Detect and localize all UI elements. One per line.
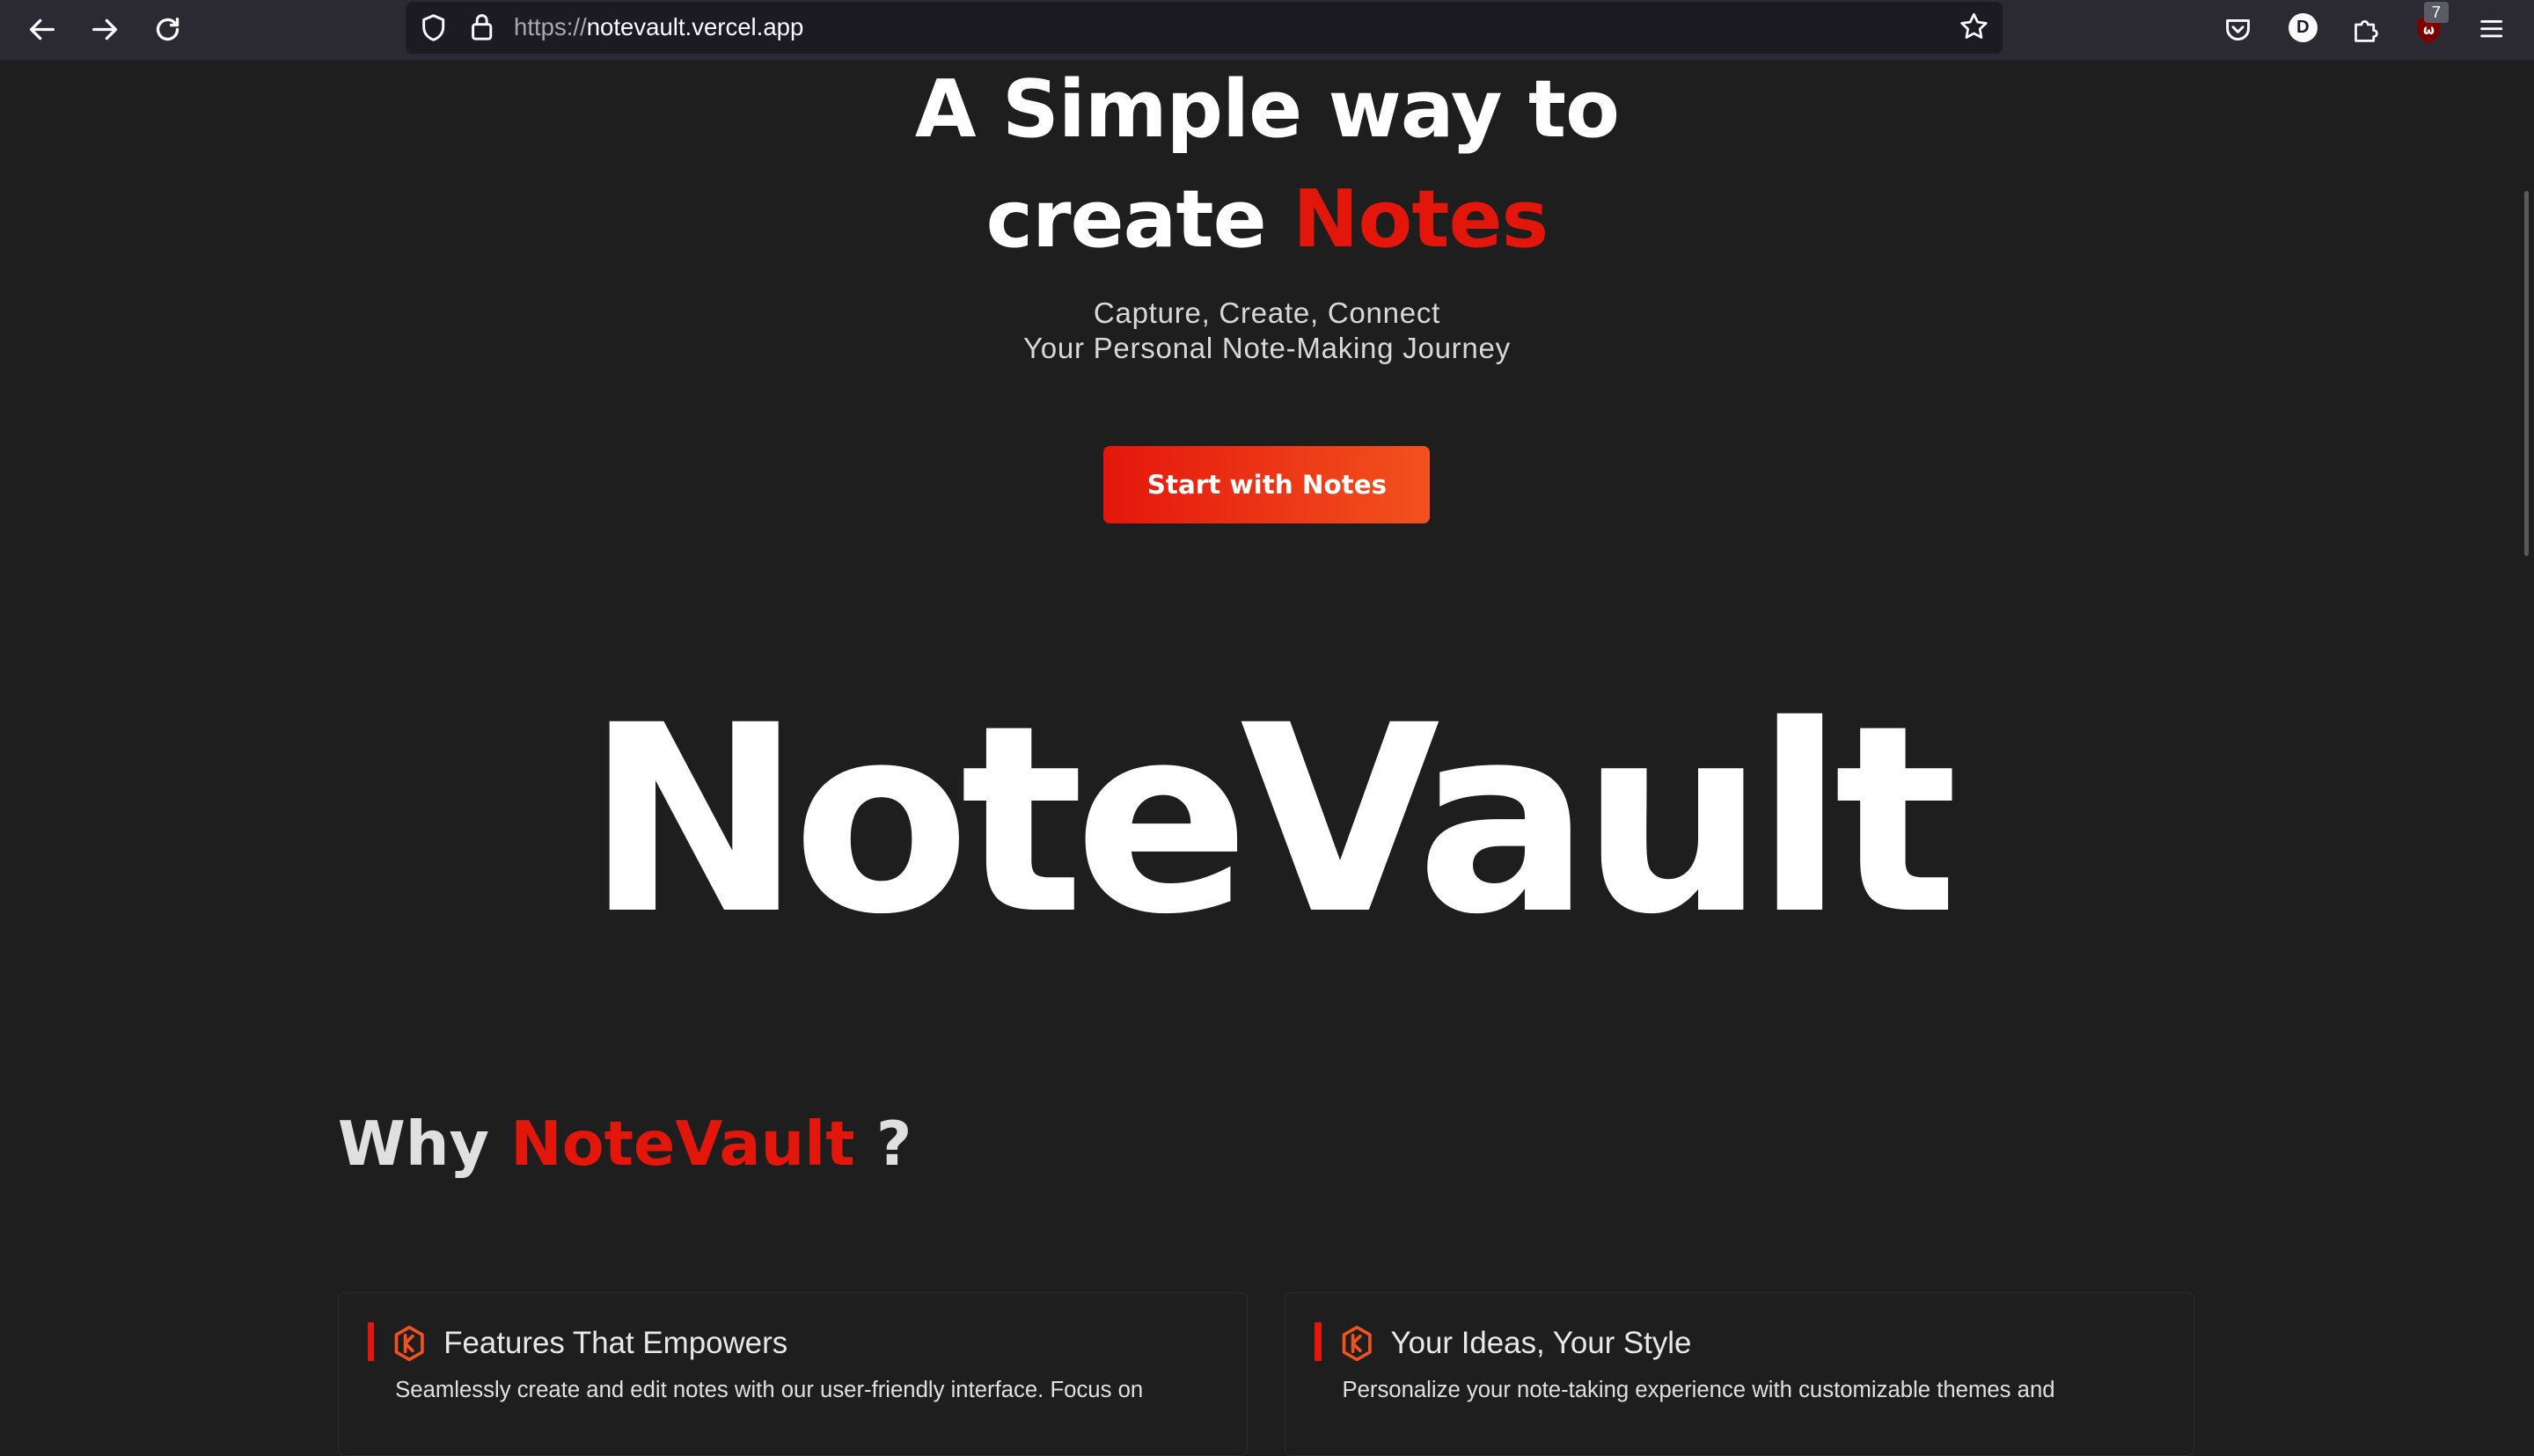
feature-card: Your Ideas, Your Style Personalize your … xyxy=(1285,1292,2195,1456)
card-description: Personalize your note-taking experience … xyxy=(1342,1377,2055,1402)
forward-arrow-icon[interactable] xyxy=(83,6,128,51)
hamburger-menu-icon[interactable] xyxy=(2469,6,2514,51)
card-description: Seamlessly create and edit notes with ou… xyxy=(395,1377,1144,1402)
start-with-notes-button[interactable]: Start with Notes xyxy=(1103,445,1431,524)
url-protocol: https:// xyxy=(514,12,587,40)
why-heading-accent: NoteVault xyxy=(510,1108,855,1180)
address-bar[interactable]: https://notevault.vercel.app xyxy=(406,1,2003,54)
profile-icon[interactable]: D xyxy=(2288,12,2318,42)
card-title: Features That Empowers xyxy=(443,1326,788,1361)
hexagon-logo-icon xyxy=(392,1324,427,1363)
why-heading-suffix: ? xyxy=(875,1108,912,1180)
browser-toolbar: https://notevault.vercel.app D ω 7 xyxy=(0,0,2534,60)
svg-text:ω: ω xyxy=(2423,23,2435,38)
hero-title-accent: Notes xyxy=(1293,172,1549,266)
feature-card: Features That Empowers Seamlessly create… xyxy=(337,1292,1249,1456)
why-heading: Why NoteVault ? xyxy=(338,1108,912,1180)
hero-tagline-2: Your Personal Note-Making Journey xyxy=(1023,333,1511,366)
extension-badge-count: 7 xyxy=(2424,1,2449,23)
extensions-puzzle-icon[interactable] xyxy=(2343,6,2388,51)
why-heading-prefix: Why xyxy=(337,1108,489,1180)
hero-tagline-1: Capture, Create, Connect xyxy=(1093,296,1441,330)
card-accent-bar xyxy=(367,1322,375,1362)
brand-wordmark: NoteVault xyxy=(585,669,1959,971)
url-host: notevault.vercel.app xyxy=(586,12,804,40)
hero-title-line-1: A Simple way to xyxy=(914,62,1620,156)
url-text[interactable]: https://notevault.vercel.app xyxy=(514,13,803,41)
hero-title-prefix: create xyxy=(985,172,1267,266)
shield-icon[interactable] xyxy=(421,13,446,48)
reload-icon[interactable] xyxy=(145,6,190,51)
bookmark-star-icon[interactable] xyxy=(1959,11,1989,48)
hexagon-logo-icon xyxy=(1339,1324,1374,1363)
card-title: Your Ideas, Your Style xyxy=(1390,1326,1692,1361)
hero-title-line-2: create Notes xyxy=(0,173,2534,266)
back-arrow-icon[interactable] xyxy=(19,6,64,51)
card-accent-bar xyxy=(1315,1322,1322,1362)
pocket-icon[interactable] xyxy=(2215,6,2260,51)
lock-icon[interactable] xyxy=(469,11,494,48)
